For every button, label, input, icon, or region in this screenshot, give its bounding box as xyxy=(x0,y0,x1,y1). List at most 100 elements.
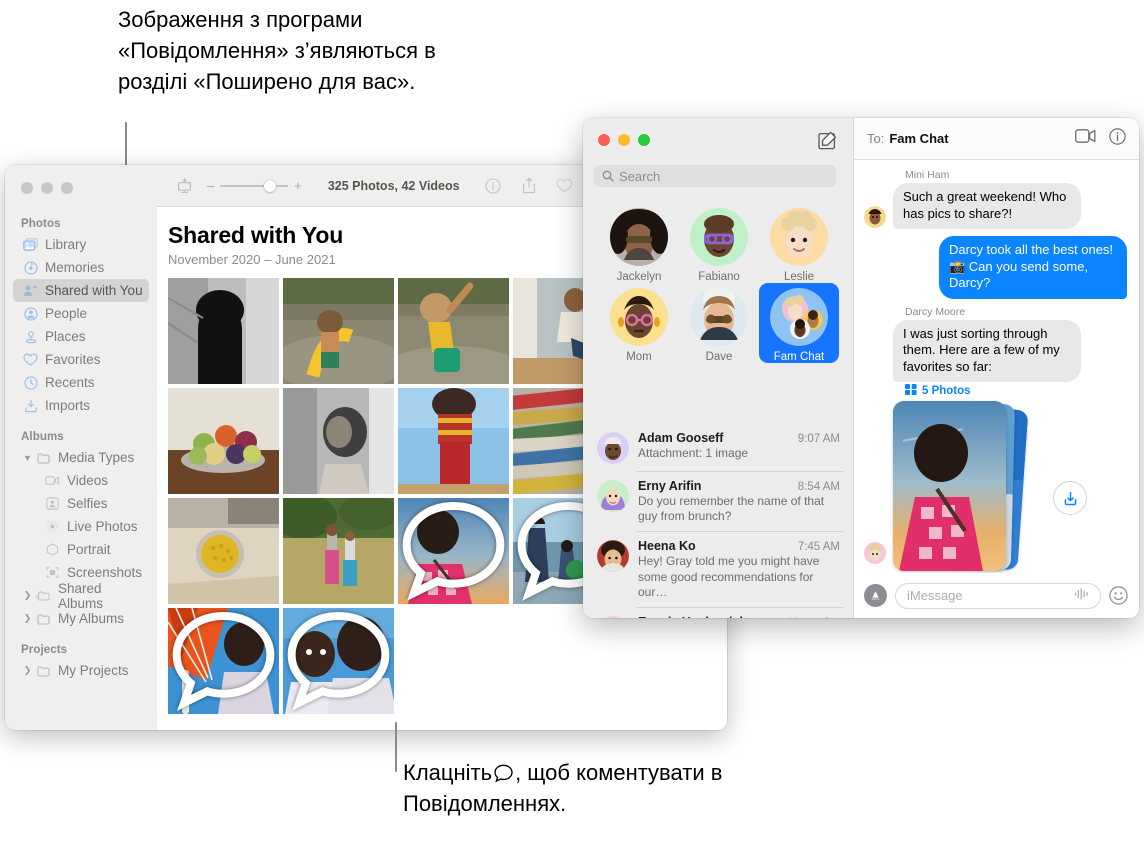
conversation-header: Heena Ko 7:45 AM xyxy=(638,539,840,553)
photo-cell[interactable] xyxy=(283,278,394,384)
pinned-contact-mom[interactable]: Mom xyxy=(599,283,679,363)
sidebar-item-selfies[interactable]: Selfies xyxy=(13,492,149,515)
conversation-list: Adam Gooseff 9:07 AM Attachment: 1 image… xyxy=(583,423,853,618)
photo-cell[interactable] xyxy=(283,498,394,604)
close-button[interactable] xyxy=(21,182,33,194)
sidebar-item-shared-albums[interactable]: ❯ Shared Albums xyxy=(13,581,149,611)
conversation-header: Erny Arifin 8:54 AM xyxy=(638,479,840,493)
compose-icon[interactable] xyxy=(818,131,837,150)
close-button[interactable] xyxy=(598,134,610,146)
minimize-button[interactable] xyxy=(41,182,53,194)
sidebar-item-label: People xyxy=(45,306,88,321)
info-icon[interactable] xyxy=(480,173,506,199)
chevron-right-icon[interactable]: ❯ xyxy=(21,613,34,624)
photo-cell[interactable] xyxy=(168,498,279,604)
maximize-button[interactable] xyxy=(638,134,650,146)
conversation-preview: Hey! Gray told me you might have some go… xyxy=(638,554,820,599)
photo-cell[interactable] xyxy=(398,498,509,604)
zoom-out-label[interactable]: – xyxy=(207,178,214,193)
sidebar-item-recents[interactable]: Recents xyxy=(13,371,149,394)
save-to-photos-icon[interactable] xyxy=(1053,481,1087,515)
messages-app-window: Search Jackelyn Fabiano Leslie Mom Dave … xyxy=(583,118,1139,618)
sidebar-item-media-types[interactable]: ▼ Media Types xyxy=(13,446,149,469)
pinned-contact-fabiano[interactable]: Fabiano xyxy=(679,203,759,283)
list-item[interactable]: Erny Arifin 8:54 AM Do you remember the … xyxy=(583,471,853,531)
sidebar-item-imports[interactable]: Imports xyxy=(13,394,149,417)
conversation-body: Adam Gooseff 9:07 AM Attachment: 1 image xyxy=(638,431,840,464)
chevron-right-icon[interactable]: ❯ xyxy=(21,590,34,601)
audio-waveform-icon[interactable] xyxy=(1074,587,1089,605)
list-item[interactable]: Adam Gooseff 9:07 AM Attachment: 1 image xyxy=(583,423,853,471)
maximize-button[interactable] xyxy=(61,182,73,194)
zoom-slider[interactable]: – + xyxy=(207,178,302,193)
photo-stack-row xyxy=(864,401,1127,573)
search-icon xyxy=(602,170,614,182)
comment-bubble-icon xyxy=(172,611,275,711)
sidebar-item-label: Shared Albums xyxy=(58,580,104,611)
chevron-down-icon[interactable]: ▼ xyxy=(21,453,34,463)
search-input[interactable]: Search xyxy=(594,165,836,187)
photo-cell[interactable] xyxy=(168,278,279,384)
message-bubble: Darcy took all the best ones! 📸 Can you … xyxy=(939,236,1127,299)
pinned-contact-leslie[interactable]: Leslie xyxy=(759,203,839,283)
pinned-contact-name: Fam Chat xyxy=(773,351,825,363)
photo-cell[interactable] xyxy=(283,388,394,494)
photo-cell[interactable] xyxy=(398,388,509,494)
photos-traffic-lights[interactable] xyxy=(21,182,73,194)
messages-traffic-lights[interactable] xyxy=(598,134,650,146)
folder-icon xyxy=(34,611,53,627)
list-item[interactable]: Heena Ko 7:45 AM Hey! Gray told me you m… xyxy=(583,531,853,607)
sidebar-item-my-projects[interactable]: ❯ My Projects xyxy=(13,659,149,682)
pinned-contact-jackelyn[interactable]: Jackelyn xyxy=(599,203,679,283)
sidebar-item-portrait[interactable]: Portrait xyxy=(13,538,149,561)
imessage-input[interactable]: iMessage xyxy=(895,582,1101,609)
photo-grid-icon xyxy=(905,384,917,398)
attachment-label[interactable]: 5 Photos xyxy=(905,384,1127,398)
sidebar-item-favorites[interactable]: Favorites xyxy=(13,348,149,371)
sidebar-item-videos[interactable]: Videos xyxy=(13,469,149,492)
details-info-icon[interactable] xyxy=(1109,127,1126,150)
comment-bubble-icon xyxy=(287,611,390,711)
photo-cell[interactable] xyxy=(398,278,509,384)
zoom-slider-knob[interactable] xyxy=(264,179,277,192)
conversation-header: Evania Henkewich Yesterday xyxy=(638,615,840,618)
zoom-slider-track[interactable] xyxy=(220,179,289,192)
photo-cell[interactable] xyxy=(168,608,279,714)
photos-sidebar: Photos Library Memories Shared with You … xyxy=(5,165,158,730)
favorite-heart-icon[interactable] xyxy=(552,173,578,199)
attachment-count: 5 Photos xyxy=(922,385,971,397)
photo-cell[interactable] xyxy=(283,608,394,714)
sidebar-item-people[interactable]: People xyxy=(13,302,149,325)
thumbnail-view-icon[interactable] xyxy=(171,173,197,199)
conversation-time: 8:54 AM xyxy=(797,481,840,493)
app-store-icon[interactable] xyxy=(864,584,887,607)
pinned-contact-dave[interactable]: Dave xyxy=(679,283,759,363)
list-item[interactable]: Evania Henkewich Yesterday Cool! Thanks … xyxy=(583,607,853,618)
sidebar-item-label: Library xyxy=(45,237,87,252)
photo-stack-attachment[interactable] xyxy=(893,401,1029,573)
avatar xyxy=(597,480,629,512)
sidebar-item-shared-with-you[interactable]: Shared with You xyxy=(13,279,149,302)
sidebar-item-live-photos[interactable]: Live Photos xyxy=(13,515,149,538)
message-sender-name: Mini Ham xyxy=(905,169,950,181)
thread-to-label: To: xyxy=(867,131,885,146)
share-icon[interactable] xyxy=(516,173,542,199)
minimize-button[interactable] xyxy=(618,134,630,146)
sidebar-item-memories[interactable]: Memories xyxy=(13,256,149,279)
shared-with-you-icon xyxy=(21,283,40,299)
sidebar-item-places[interactable]: Places xyxy=(13,325,149,348)
pinned-contact-fam-chat[interactable]: Fam Chat xyxy=(759,283,839,363)
stacked-photo-front xyxy=(893,401,1006,571)
message-composer: iMessage xyxy=(854,573,1139,618)
photo-cell[interactable] xyxy=(168,388,279,494)
chevron-right-icon[interactable]: ❯ xyxy=(21,665,34,676)
facetime-video-icon[interactable] xyxy=(1075,129,1096,148)
avatar-group xyxy=(770,288,828,346)
avatar xyxy=(597,616,629,618)
pinned-contact-name: Mom xyxy=(626,351,652,363)
emoji-smiley-icon[interactable] xyxy=(1109,585,1129,606)
pinned-contact-name: Dave xyxy=(705,351,733,363)
zoom-in-label[interactable]: + xyxy=(294,178,302,193)
avatar xyxy=(690,208,748,266)
sidebar-item-library[interactable]: Library xyxy=(13,233,149,256)
